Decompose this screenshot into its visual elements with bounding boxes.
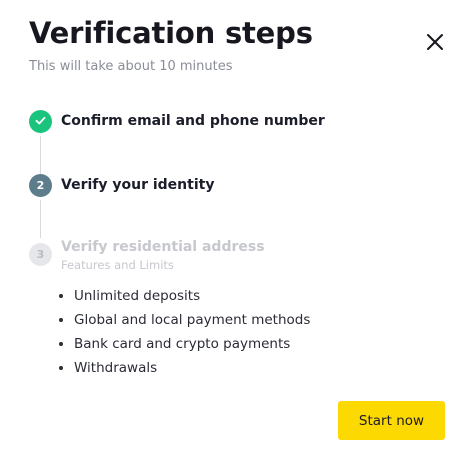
step-1-label: Confirm email and phone number — [61, 113, 325, 129]
feature-label: Global and local payment methods — [74, 312, 311, 328]
start-now-button[interactable]: Start now — [338, 401, 445, 440]
bullet-icon — [59, 366, 63, 370]
bullet-icon — [59, 294, 63, 298]
step-connector — [40, 136, 41, 174]
list-item: Global and local payment methods — [59, 308, 310, 332]
dialog-title: Verification steps — [29, 16, 313, 50]
step-3-sublabel: Features and Limits — [61, 258, 174, 272]
bullet-icon — [59, 318, 63, 322]
feature-label: Bank card and crypto payments — [74, 336, 291, 352]
bullet-icon — [59, 342, 63, 346]
feature-label: Withdrawals — [74, 360, 158, 376]
step-2-label: Verify your identity — [61, 177, 215, 193]
step-3-marker: 3 — [29, 243, 52, 266]
close-icon — [424, 31, 446, 53]
step-3-label: Verify residential address — [61, 239, 265, 255]
step-2-marker: 2 — [29, 174, 52, 197]
step-connector — [40, 200, 41, 238]
list-item: Withdrawals — [59, 356, 310, 380]
features-list: Unlimited deposits Global and local paym… — [59, 284, 310, 380]
feature-label: Unlimited deposits — [74, 288, 201, 304]
list-item: Bank card and crypto payments — [59, 332, 310, 356]
check-icon — [34, 114, 47, 130]
step-1-marker — [29, 110, 52, 133]
list-item: Unlimited deposits — [59, 284, 310, 308]
verification-dialog: Verification steps This will take about … — [0, 0, 472, 469]
close-button[interactable] — [424, 31, 446, 53]
dialog-subtitle: This will take about 10 minutes — [29, 59, 233, 74]
